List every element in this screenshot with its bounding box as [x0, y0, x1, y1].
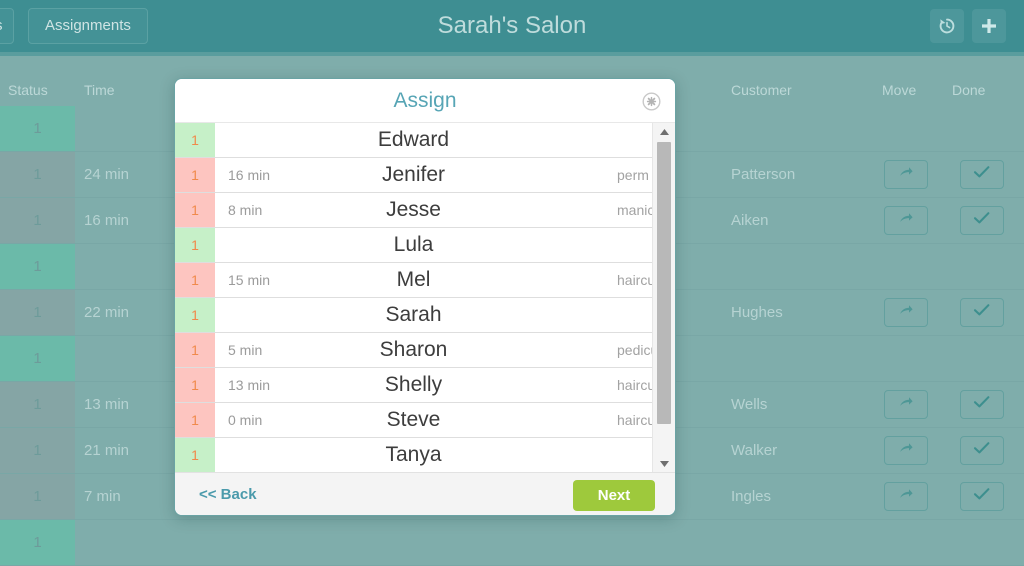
staff-status-badge: 1 — [175, 228, 215, 262]
staff-status-badge: 1 — [175, 123, 215, 157]
staff-status-badge: 1 — [175, 368, 215, 402]
staff-time: 8 min — [228, 193, 262, 227]
staff-name: Edward — [175, 123, 652, 157]
assign-staff-list[interactable]: Edward1Jenifer116 minpermJesse18 minmani… — [175, 123, 675, 472]
staff-list-item[interactable]: Shelly113 minhaircut — [175, 368, 652, 403]
modal-title: Assign — [175, 79, 675, 123]
list-scrollbar[interactable] — [652, 123, 675, 472]
staff-time: 13 min — [228, 368, 270, 402]
caret-down-icon[interactable] — [653, 455, 675, 472]
staff-list-item[interactable]: Sharon15 minpedicure — [175, 333, 652, 368]
staff-list-item[interactable]: Edward1 — [175, 123, 652, 158]
staff-time: 5 min — [228, 333, 262, 367]
staff-list-item[interactable]: Jesse18 minmanicure — [175, 193, 652, 228]
staff-list-item[interactable]: Sarah1 — [175, 298, 652, 333]
staff-list-item[interactable]: Steve10 minhaircut — [175, 403, 652, 438]
next-button[interactable]: Next — [573, 480, 655, 511]
staff-name: Lula — [175, 228, 652, 262]
staff-list-item[interactable]: Mel115 minhaircut — [175, 263, 652, 298]
staff-status-badge: 1 — [175, 263, 215, 297]
staff-time: 16 min — [228, 158, 270, 192]
caret-up-icon[interactable] — [653, 123, 675, 140]
assign-modal: Assign Edward1Jenifer116 minpermJesse18 … — [174, 78, 676, 516]
staff-status-badge: 1 — [175, 438, 215, 472]
staff-name: Sarah — [175, 298, 652, 332]
modal-header: Assign — [175, 79, 675, 123]
staff-list-item[interactable]: Lula1 — [175, 228, 652, 263]
close-circle-icon[interactable] — [642, 92, 661, 111]
staff-name: Tanya — [175, 438, 652, 472]
staff-service: perm — [617, 158, 649, 192]
staff-status-badge: 1 — [175, 298, 215, 332]
staff-status-badge: 1 — [175, 193, 215, 227]
staff-status-badge: 1 — [175, 403, 215, 437]
modal-footer: << Back Next — [175, 472, 675, 516]
modal-backdrop: Assign Edward1Jenifer116 minpermJesse18 … — [0, 0, 1024, 542]
staff-status-badge: 1 — [175, 158, 215, 192]
staff-list-item[interactable]: Tanya1 — [175, 438, 652, 472]
staff-time: 15 min — [228, 263, 270, 297]
back-button[interactable]: << Back — [199, 473, 257, 516]
scrollbar-thumb[interactable] — [657, 142, 671, 424]
app-root: s Assignments Sarah's Salon S — [0, 0, 1024, 542]
staff-list-item[interactable]: Jenifer116 minperm — [175, 158, 652, 193]
staff-status-badge: 1 — [175, 333, 215, 367]
staff-time: 0 min — [228, 403, 262, 437]
